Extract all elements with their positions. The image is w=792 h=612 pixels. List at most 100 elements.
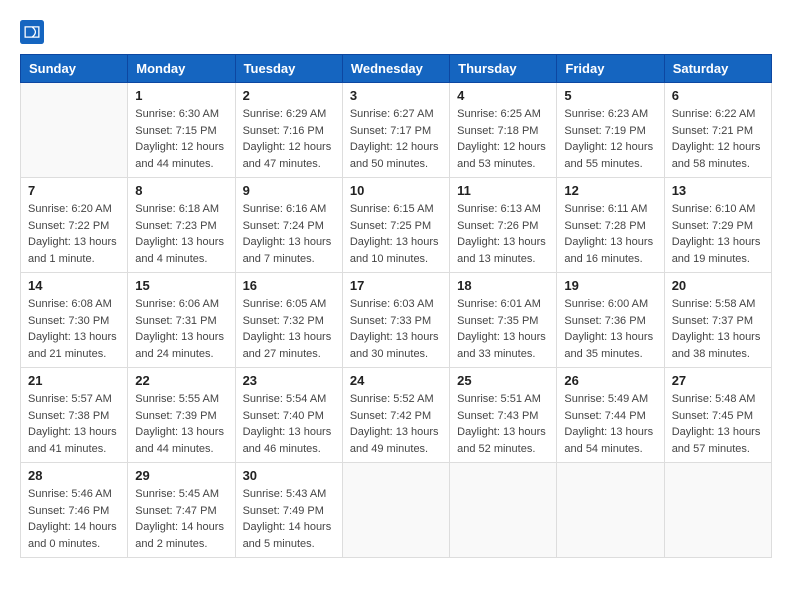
daylight: Daylight: 12 hours and 53 minutes. xyxy=(457,141,546,170)
sunrise: Sunrise: 6:00 AM xyxy=(564,298,648,310)
day-info: Sunrise: 5:45 AM Sunset: 7:47 PM Dayligh… xyxy=(135,486,227,552)
calendar-cell: 10 Sunrise: 6:15 AM Sunset: 7:25 PM Dayl… xyxy=(342,178,449,273)
day-info: Sunrise: 6:20 AM Sunset: 7:22 PM Dayligh… xyxy=(28,201,120,267)
day-number: 15 xyxy=(135,278,227,293)
calendar-cell: 27 Sunrise: 5:48 AM Sunset: 7:45 PM Dayl… xyxy=(664,368,771,463)
sunset: Sunset: 7:39 PM xyxy=(135,410,216,422)
calendar-cell: 12 Sunrise: 6:11 AM Sunset: 7:28 PM Dayl… xyxy=(557,178,664,273)
sunset: Sunset: 7:33 PM xyxy=(350,315,431,327)
calendar-cell: 25 Sunrise: 5:51 AM Sunset: 7:43 PM Dayl… xyxy=(450,368,557,463)
sunset: Sunset: 7:21 PM xyxy=(672,125,753,137)
day-number: 20 xyxy=(672,278,764,293)
sunrise: Sunrise: 6:25 AM xyxy=(457,108,541,120)
day-info: Sunrise: 5:58 AM Sunset: 7:37 PM Dayligh… xyxy=(672,296,764,362)
day-number: 14 xyxy=(28,278,120,293)
day-info: Sunrise: 5:54 AM Sunset: 7:40 PM Dayligh… xyxy=(243,391,335,457)
calendar-header-friday: Friday xyxy=(557,55,664,83)
daylight: Daylight: 13 hours and 10 minutes. xyxy=(350,236,439,265)
sunrise: Sunrise: 6:29 AM xyxy=(243,108,327,120)
sunrise: Sunrise: 5:54 AM xyxy=(243,393,327,405)
logo-icon xyxy=(20,20,44,44)
calendar-cell xyxy=(557,463,664,558)
day-number: 8 xyxy=(135,183,227,198)
sunset: Sunset: 7:36 PM xyxy=(564,315,645,327)
sunrise: Sunrise: 6:23 AM xyxy=(564,108,648,120)
calendar-cell: 26 Sunrise: 5:49 AM Sunset: 7:44 PM Dayl… xyxy=(557,368,664,463)
day-info: Sunrise: 5:55 AM Sunset: 7:39 PM Dayligh… xyxy=(135,391,227,457)
day-info: Sunrise: 6:29 AM Sunset: 7:16 PM Dayligh… xyxy=(243,106,335,172)
sunrise: Sunrise: 6:20 AM xyxy=(28,203,112,215)
sunset: Sunset: 7:25 PM xyxy=(350,220,431,232)
calendar-header-tuesday: Tuesday xyxy=(235,55,342,83)
daylight: Daylight: 13 hours and 46 minutes. xyxy=(243,426,332,455)
calendar-cell: 17 Sunrise: 6:03 AM Sunset: 7:33 PM Dayl… xyxy=(342,273,449,368)
calendar-header-monday: Monday xyxy=(128,55,235,83)
sunset: Sunset: 7:26 PM xyxy=(457,220,538,232)
daylight: Daylight: 13 hours and 21 minutes. xyxy=(28,331,117,360)
daylight: Daylight: 13 hours and 41 minutes. xyxy=(28,426,117,455)
sunrise: Sunrise: 5:43 AM xyxy=(243,488,327,500)
day-info: Sunrise: 6:05 AM Sunset: 7:32 PM Dayligh… xyxy=(243,296,335,362)
day-info: Sunrise: 6:23 AM Sunset: 7:19 PM Dayligh… xyxy=(564,106,656,172)
daylight: Daylight: 13 hours and 52 minutes. xyxy=(457,426,546,455)
sunset: Sunset: 7:45 PM xyxy=(672,410,753,422)
calendar-cell: 6 Sunrise: 6:22 AM Sunset: 7:21 PM Dayli… xyxy=(664,83,771,178)
sunrise: Sunrise: 5:45 AM xyxy=(135,488,219,500)
sunset: Sunset: 7:40 PM xyxy=(243,410,324,422)
calendar-cell: 1 Sunrise: 6:30 AM Sunset: 7:15 PM Dayli… xyxy=(128,83,235,178)
day-info: Sunrise: 6:27 AM Sunset: 7:17 PM Dayligh… xyxy=(350,106,442,172)
day-number: 16 xyxy=(243,278,335,293)
sunset: Sunset: 7:22 PM xyxy=(28,220,109,232)
calendar-header-saturday: Saturday xyxy=(664,55,771,83)
daylight: Daylight: 13 hours and 57 minutes. xyxy=(672,426,761,455)
sunrise: Sunrise: 6:05 AM xyxy=(243,298,327,310)
calendar-cell: 9 Sunrise: 6:16 AM Sunset: 7:24 PM Dayli… xyxy=(235,178,342,273)
daylight: Daylight: 13 hours and 24 minutes. xyxy=(135,331,224,360)
day-number: 2 xyxy=(243,88,335,103)
day-info: Sunrise: 6:11 AM Sunset: 7:28 PM Dayligh… xyxy=(564,201,656,267)
day-number: 29 xyxy=(135,468,227,483)
day-number: 11 xyxy=(457,183,549,198)
sunrise: Sunrise: 6:27 AM xyxy=(350,108,434,120)
day-number: 22 xyxy=(135,373,227,388)
sunset: Sunset: 7:43 PM xyxy=(457,410,538,422)
day-info: Sunrise: 6:01 AM Sunset: 7:35 PM Dayligh… xyxy=(457,296,549,362)
calendar-week-row: 28 Sunrise: 5:46 AM Sunset: 7:46 PM Dayl… xyxy=(21,463,772,558)
calendar-cell: 11 Sunrise: 6:13 AM Sunset: 7:26 PM Dayl… xyxy=(450,178,557,273)
daylight: Daylight: 13 hours and 1 minute. xyxy=(28,236,117,265)
day-number: 19 xyxy=(564,278,656,293)
day-info: Sunrise: 5:43 AM Sunset: 7:49 PM Dayligh… xyxy=(243,486,335,552)
daylight: Daylight: 12 hours and 58 minutes. xyxy=(672,141,761,170)
daylight: Daylight: 13 hours and 16 minutes. xyxy=(564,236,653,265)
daylight: Daylight: 14 hours and 0 minutes. xyxy=(28,521,117,550)
sunrise: Sunrise: 6:16 AM xyxy=(243,203,327,215)
daylight: Daylight: 13 hours and 49 minutes. xyxy=(350,426,439,455)
day-number: 10 xyxy=(350,183,442,198)
sunset: Sunset: 7:47 PM xyxy=(135,505,216,517)
day-info: Sunrise: 6:00 AM Sunset: 7:36 PM Dayligh… xyxy=(564,296,656,362)
day-info: Sunrise: 6:15 AM Sunset: 7:25 PM Dayligh… xyxy=(350,201,442,267)
day-info: Sunrise: 6:16 AM Sunset: 7:24 PM Dayligh… xyxy=(243,201,335,267)
sunrise: Sunrise: 5:46 AM xyxy=(28,488,112,500)
sunrise: Sunrise: 6:01 AM xyxy=(457,298,541,310)
sunrise: Sunrise: 5:48 AM xyxy=(672,393,756,405)
sunrise: Sunrise: 6:30 AM xyxy=(135,108,219,120)
daylight: Daylight: 13 hours and 4 minutes. xyxy=(135,236,224,265)
day-number: 24 xyxy=(350,373,442,388)
day-number: 13 xyxy=(672,183,764,198)
sunset: Sunset: 7:19 PM xyxy=(564,125,645,137)
day-number: 23 xyxy=(243,373,335,388)
calendar-cell xyxy=(342,463,449,558)
day-number: 18 xyxy=(457,278,549,293)
calendar-header-thursday: Thursday xyxy=(450,55,557,83)
sunset: Sunset: 7:23 PM xyxy=(135,220,216,232)
day-number: 21 xyxy=(28,373,120,388)
calendar-header-wednesday: Wednesday xyxy=(342,55,449,83)
calendar-week-row: 7 Sunrise: 6:20 AM Sunset: 7:22 PM Dayli… xyxy=(21,178,772,273)
sunrise: Sunrise: 6:22 AM xyxy=(672,108,756,120)
daylight: Daylight: 13 hours and 44 minutes. xyxy=(135,426,224,455)
sunset: Sunset: 7:44 PM xyxy=(564,410,645,422)
sunset: Sunset: 7:16 PM xyxy=(243,125,324,137)
sunset: Sunset: 7:35 PM xyxy=(457,315,538,327)
day-number: 9 xyxy=(243,183,335,198)
